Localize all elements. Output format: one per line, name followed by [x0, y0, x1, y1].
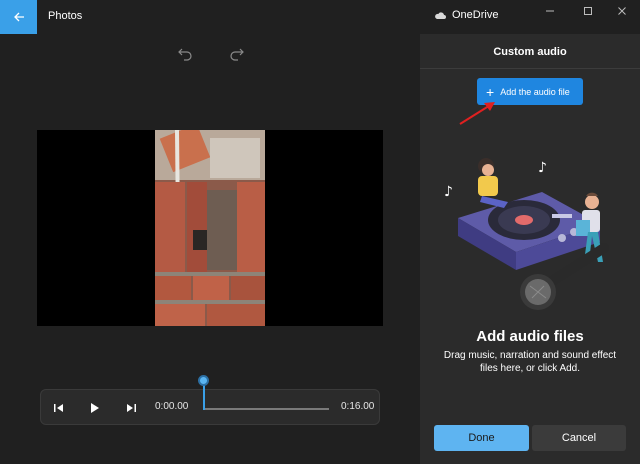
undo-button[interactable] [176, 46, 196, 62]
cloud-icon [435, 12, 446, 19]
svg-text:♪: ♪ [538, 160, 547, 176]
close-icon [618, 7, 626, 15]
back-button[interactable] [0, 0, 37, 34]
close-button[interactable] [608, 2, 636, 20]
current-time: 0:00.00 [155, 401, 189, 412]
done-button[interactable]: Done [434, 425, 529, 451]
maximize-button[interactable] [574, 2, 602, 20]
redo-button[interactable] [226, 46, 246, 62]
custom-audio-panel: Custom audio + Add the audio file ♪ ♪ Ad… [420, 34, 640, 464]
panel-divider [420, 68, 640, 69]
video-frame-image [155, 130, 265, 326]
panel-title: Custom audio [493, 46, 567, 58]
cancel-button[interactable]: Cancel [532, 425, 626, 451]
previous-frame-button[interactable] [49, 399, 69, 417]
app-title: Photos [48, 10, 83, 22]
add-audio-file-label: Add the audio file [500, 86, 570, 97]
plus-icon: + [486, 83, 495, 100]
total-time: 0:16.00 [341, 401, 375, 412]
next-frame-icon [127, 404, 136, 412]
playhead-handle[interactable] [198, 375, 209, 386]
onedrive-label: OneDrive [452, 9, 499, 21]
video-preview[interactable] [37, 130, 383, 326]
undo-icon [178, 48, 192, 61]
minimize-icon [546, 10, 554, 12]
title-bar: Photos OneDrive [0, 0, 640, 34]
seek-track[interactable] [203, 408, 329, 410]
redo-icon [230, 48, 244, 61]
minimize-button[interactable] [536, 2, 564, 20]
annotation-arrow-icon [459, 102, 495, 125]
previous-frame-icon [54, 404, 63, 412]
next-frame-button[interactable] [121, 399, 141, 417]
audio-illustration: ♪ ♪ [444, 158, 609, 310]
playback-controls: 0:00.00 0:16.00 [40, 375, 380, 425]
video-editor: 0:00.00 0:16.00 [0, 34, 420, 464]
empty-state-heading: Add audio files [476, 328, 584, 345]
play-icon [91, 403, 99, 413]
maximize-icon [584, 7, 592, 15]
play-button[interactable] [85, 399, 105, 417]
onedrive-status[interactable]: OneDrive [434, 9, 498, 21]
svg-text:♪: ♪ [444, 184, 453, 200]
back-arrow-icon [13, 12, 24, 22]
empty-state-description: Drag music, narration and sound effect f… [443, 350, 617, 374]
